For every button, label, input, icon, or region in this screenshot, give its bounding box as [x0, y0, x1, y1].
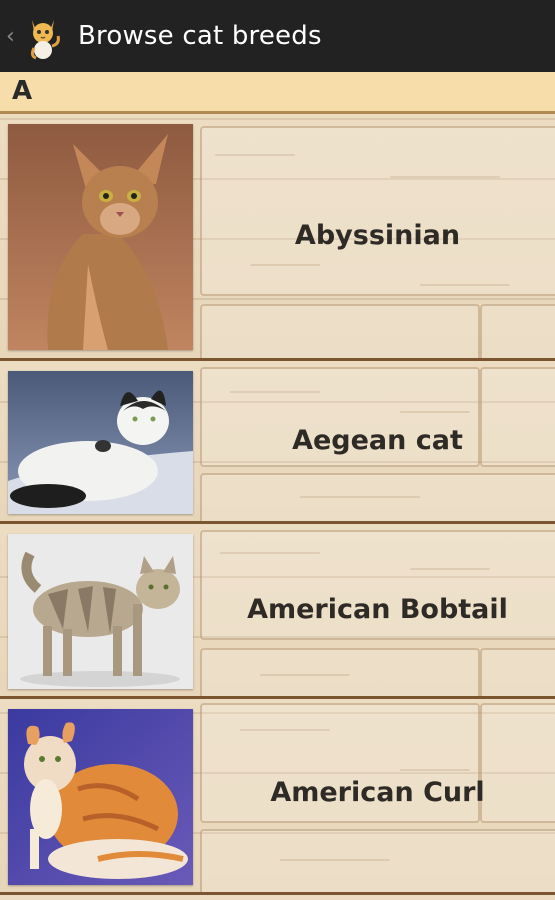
- list-item[interactable]: Aegean cat: [0, 361, 555, 524]
- abyssinian-cat-photo: [8, 124, 193, 350]
- breed-name: American Bobtail: [247, 594, 508, 625]
- breed-name: Aegean cat: [292, 425, 463, 456]
- list-item[interactable]: American Curl: [0, 699, 555, 895]
- section-letter: A: [12, 76, 33, 106]
- aegean-cat-photo: [8, 371, 193, 514]
- action-bar: ‹ Browse cat breeds: [0, 0, 555, 72]
- cat-icon[interactable]: [22, 12, 64, 60]
- american-bobtail-cat-photo: [8, 534, 193, 689]
- list-item[interactable]: Abyssinian: [0, 114, 555, 361]
- breed-list[interactable]: Abyssinian Aegean cat American Bobtail A…: [0, 114, 555, 900]
- american-curl-cat-photo: [8, 709, 193, 885]
- list-item[interactable]: [0, 895, 555, 900]
- breed-name: Abyssinian: [294, 220, 461, 251]
- list-item[interactable]: American Bobtail: [0, 524, 555, 699]
- page-title: Browse cat breeds: [78, 21, 322, 51]
- chevron-left-icon[interactable]: ‹: [6, 0, 20, 72]
- section-header: A: [0, 72, 555, 114]
- breed-name: American Curl: [270, 777, 485, 808]
